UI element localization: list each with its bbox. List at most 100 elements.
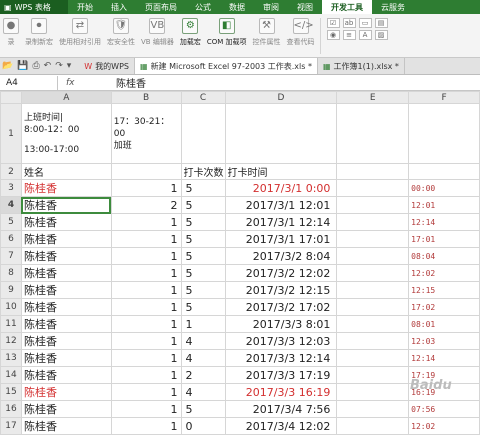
- cell-f1[interactable]: [408, 103, 480, 164]
- punch-count-cell[interactable]: 5: [180, 230, 226, 248]
- column-header-b[interactable]: B: [110, 91, 182, 104]
- radio-control-icon[interactable]: ◉: [326, 30, 340, 40]
- name-cell[interactable]: 陈桂香: [20, 417, 112, 435]
- empty-cell[interactable]: [336, 417, 410, 435]
- checkbox-control-icon[interactable]: ☑: [326, 18, 340, 28]
- row-header[interactable]: 11: [0, 315, 22, 333]
- time-cell[interactable]: 07:56: [408, 400, 480, 418]
- punch-time-cell[interactable]: 2017/3/2 17:02: [224, 298, 338, 316]
- empty-cell[interactable]: [336, 230, 410, 248]
- image-control-icon[interactable]: ▨: [374, 30, 388, 40]
- label-control-icon[interactable]: A: [358, 30, 372, 40]
- row-header[interactable]: 15: [0, 383, 22, 401]
- empty-cell[interactable]: [336, 349, 410, 367]
- empty-cell[interactable]: [336, 264, 410, 282]
- cell-a2[interactable]: 姓名: [20, 163, 112, 180]
- name-cell[interactable]: 陈桂香: [20, 383, 112, 401]
- row-header[interactable]: 14: [0, 366, 22, 384]
- ribbon-button[interactable]: ● 录: [3, 18, 19, 47]
- cell-c1[interactable]: [180, 103, 226, 164]
- value-cell[interactable]: 1: [110, 315, 182, 333]
- column-header-e[interactable]: E: [336, 91, 410, 104]
- name-cell[interactable]: 陈桂香: [20, 298, 112, 316]
- time-cell[interactable]: 12:02: [408, 417, 480, 435]
- cell-b2[interactable]: [110, 163, 182, 180]
- ribbon-button[interactable]: VB VB 编辑器: [141, 18, 174, 47]
- punch-count-cell[interactable]: 5: [180, 264, 226, 282]
- value-cell[interactable]: 1: [110, 230, 182, 248]
- value-cell[interactable]: 1: [110, 179, 182, 197]
- column-header-f[interactable]: F: [408, 91, 480, 104]
- punch-time-cell[interactable]: 2017/3/4 12:02: [224, 417, 338, 435]
- combobox-control-icon[interactable]: ▤: [374, 18, 388, 28]
- punch-count-cell[interactable]: 4: [180, 349, 226, 367]
- listbox-control-icon[interactable]: ≡: [342, 30, 356, 40]
- print-icon[interactable]: ⎙: [30, 61, 41, 71]
- document-tab[interactable]: W 我的WPS: [79, 58, 135, 74]
- row-header[interactable]: 17: [0, 417, 22, 435]
- undo-icon[interactable]: ↶: [42, 61, 54, 71]
- row-header[interactable]: 7: [0, 247, 22, 265]
- row-header[interactable]: 12: [0, 332, 22, 350]
- name-cell[interactable]: 陈桂香: [20, 366, 112, 384]
- punch-time-cell[interactable]: 2017/3/2 12:15: [224, 281, 338, 299]
- name-cell[interactable]: 陈桂香: [20, 332, 112, 350]
- ribbon-button[interactable]: </> 查看代码: [287, 18, 315, 47]
- value-cell[interactable]: 1: [110, 247, 182, 265]
- row-header[interactable]: 9: [0, 281, 22, 299]
- punch-time-cell[interactable]: 2017/3/1 0:00: [224, 179, 338, 197]
- value-cell[interactable]: 1: [110, 366, 182, 384]
- menu-item[interactable]: 页面布局: [136, 0, 186, 14]
- value-cell[interactable]: 2: [110, 196, 182, 214]
- name-box[interactable]: A4: [0, 75, 58, 90]
- time-cell[interactable]: 12:15: [408, 281, 480, 299]
- dropdown-icon[interactable]: ▾: [65, 61, 74, 71]
- punch-count-cell[interactable]: 0: [180, 417, 226, 435]
- app-brand-button[interactable]: ▣ WPS 表格: [0, 0, 68, 14]
- empty-cell[interactable]: [336, 315, 410, 333]
- name-cell[interactable]: 陈桂香: [20, 349, 112, 367]
- value-cell[interactable]: 1: [110, 332, 182, 350]
- time-cell[interactable]: 17:02: [408, 298, 480, 316]
- row-header[interactable]: 16: [0, 400, 22, 418]
- punch-count-cell[interactable]: 5: [180, 247, 226, 265]
- menu-item[interactable]: 数据: [220, 0, 254, 14]
- time-cell[interactable]: 12:14: [408, 349, 480, 367]
- menu-item[interactable]: 云服务: [372, 0, 414, 14]
- empty-cell[interactable]: [336, 332, 410, 350]
- document-tab[interactable]: ▦ 工作簿1(1).xlsx *: [318, 58, 405, 74]
- name-cell[interactable]: 陈桂香: [20, 281, 112, 299]
- name-cell[interactable]: 陈桂香: [20, 315, 112, 333]
- time-cell[interactable]: 17:01: [408, 230, 480, 248]
- select-all-corner[interactable]: [0, 91, 22, 104]
- empty-cell[interactable]: [336, 400, 410, 418]
- row-header[interactable]: 3: [0, 179, 22, 197]
- name-cell[interactable]: 陈桂香: [20, 179, 112, 197]
- row-header[interactable]: 8: [0, 264, 22, 282]
- button-control-icon[interactable]: ▭: [358, 18, 372, 28]
- time-cell[interactable]: 08:01: [408, 315, 480, 333]
- function-icon[interactable]: fx: [58, 78, 112, 88]
- value-cell[interactable]: 1: [110, 213, 182, 231]
- value-cell[interactable]: 1: [110, 417, 182, 435]
- column-header-a[interactable]: A: [20, 91, 112, 104]
- name-cell[interactable]: 陈桂香: [20, 247, 112, 265]
- name-cell[interactable]: 陈桂香: [20, 230, 112, 248]
- punch-count-cell[interactable]: 5: [180, 281, 226, 299]
- value-cell[interactable]: 1: [110, 264, 182, 282]
- menu-item[interactable]: 公式: [186, 0, 220, 14]
- row-header[interactable]: 10: [0, 298, 22, 316]
- punch-time-cell[interactable]: 2017/3/1 12:14: [224, 213, 338, 231]
- value-cell[interactable]: 1: [110, 298, 182, 316]
- punch-time-cell[interactable]: 2017/3/3 16:19: [224, 383, 338, 401]
- redo-icon[interactable]: ↷: [53, 61, 65, 71]
- punch-time-cell[interactable]: 2017/3/4 7:56: [224, 400, 338, 418]
- name-cell[interactable]: 陈桂香: [20, 196, 112, 214]
- cell-d1[interactable]: [224, 103, 338, 164]
- ribbon-button[interactable]: ⇄ 使用相对引用: [59, 18, 101, 47]
- textbox-control-icon[interactable]: ab: [342, 18, 356, 28]
- value-cell[interactable]: 1: [110, 400, 182, 418]
- cell-e2[interactable]: [336, 163, 410, 180]
- ribbon-button[interactable]: 🛡 宏安全性: [107, 18, 135, 47]
- empty-cell[interactable]: [336, 179, 410, 197]
